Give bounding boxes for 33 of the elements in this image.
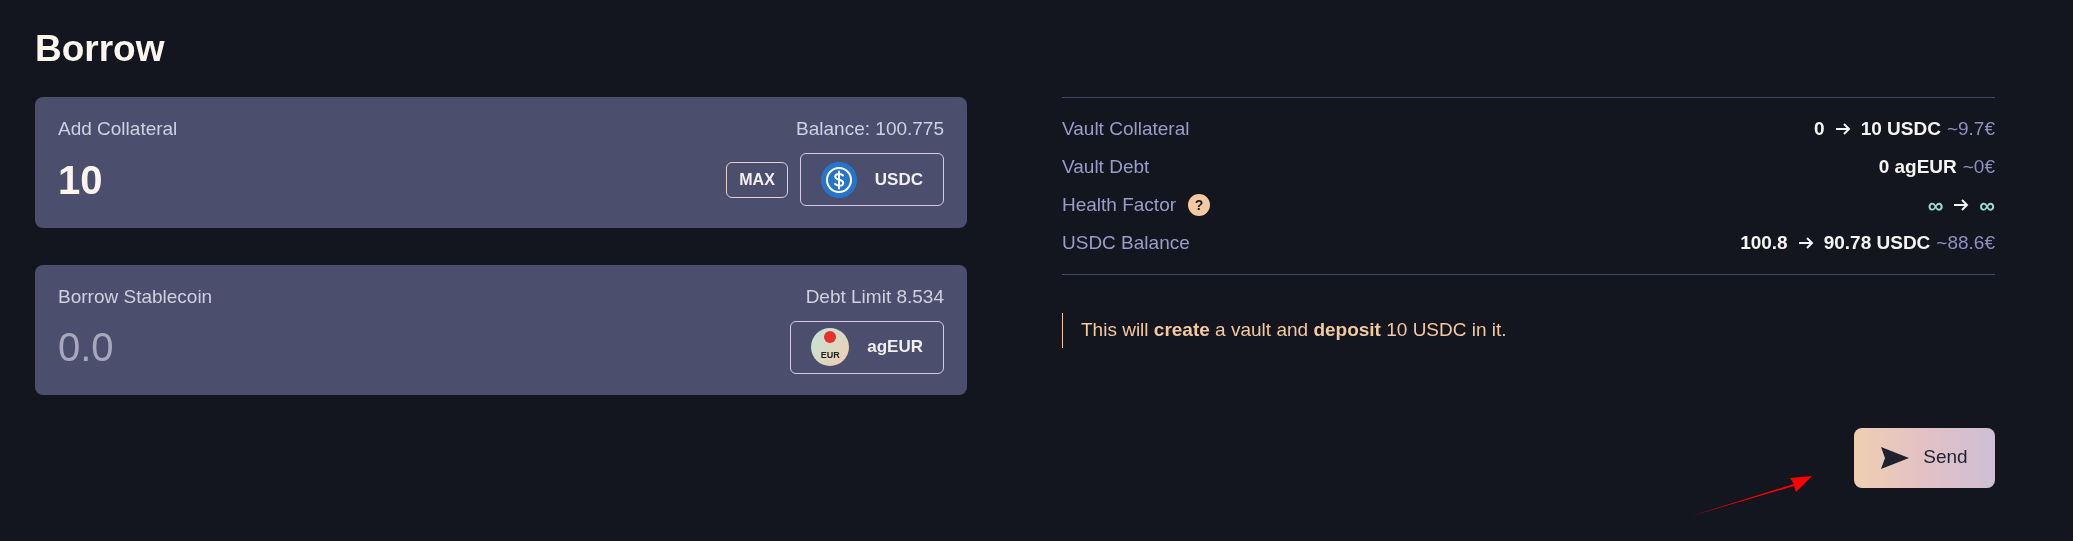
arrow-right-icon xyxy=(1834,122,1851,136)
summary-value: 90.78 USDC xyxy=(1823,230,1931,255)
euro-token-icon: EUR xyxy=(811,328,850,366)
arrow-right-icon xyxy=(1797,236,1814,250)
amount-field[interactable]: 0.0 xyxy=(58,317,358,377)
summary-label: Vault Debt xyxy=(1062,154,1150,179)
summary-label: Health Factor xyxy=(1062,192,1177,217)
help-icon[interactable]: ? xyxy=(1188,194,1211,216)
send-button[interactable]: Send xyxy=(1854,427,1995,488)
arrow-right-icon xyxy=(1953,198,1970,212)
summary-label: Vault Collateral xyxy=(1062,116,1190,141)
amount-field[interactable]: 10 xyxy=(58,149,358,210)
summary-value: 10 USDC xyxy=(1860,116,1941,141)
page-title: Borrow xyxy=(35,30,166,67)
summary-value-before: 100.8 xyxy=(1740,230,1788,255)
max-button[interactable]: MAX xyxy=(726,161,788,198)
input-info: Debt Limit 8.534 xyxy=(805,284,944,309)
input-label: Borrow Stablecoin xyxy=(58,284,213,309)
send-icon xyxy=(1881,446,1910,469)
summary-value: ∞ xyxy=(1979,191,1995,220)
summary-value-before: 0 xyxy=(1814,116,1825,141)
summary-label: USDC Balance xyxy=(1062,230,1190,255)
summary-value: 0 agEUR xyxy=(1878,154,1957,179)
summary-approx: ~9.7€ xyxy=(1946,116,1995,141)
dollar-coin-icon xyxy=(820,161,857,198)
token-select-button[interactable]: EUR agEUR xyxy=(790,320,944,374)
token-select-button[interactable]: USDC xyxy=(799,153,944,206)
summary-value-before: ∞ xyxy=(1927,191,1944,220)
input-info: Balance: 100.775 xyxy=(796,117,944,141)
input-label: Add Collateral xyxy=(58,117,178,141)
summary-approx: ~0€ xyxy=(1962,154,1995,179)
info-note: This will create a vault and deposit 10 USDC in it. xyxy=(1081,319,1507,340)
summary-approx: ~88.6€ xyxy=(1936,230,1995,255)
